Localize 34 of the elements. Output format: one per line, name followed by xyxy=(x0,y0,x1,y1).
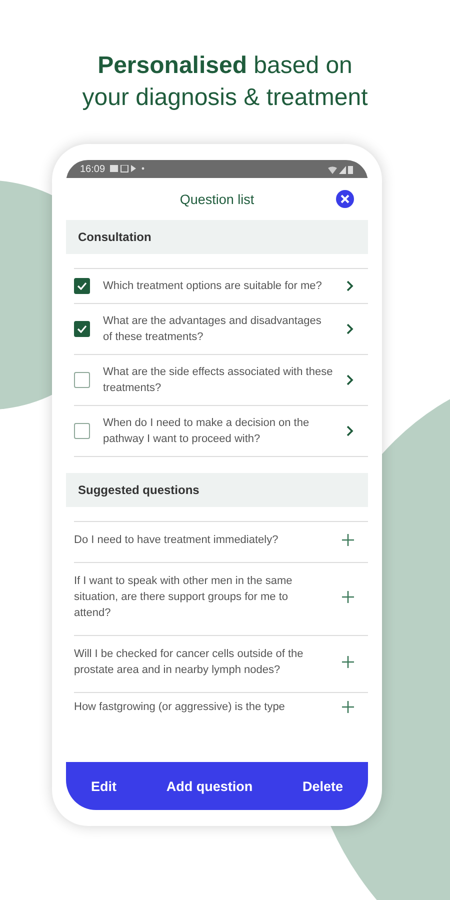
question-text: When do I need to make a decision on the pathway I want to proceed with? xyxy=(103,416,310,447)
question-text: Which treatment options are suitable for me? xyxy=(103,279,323,294)
chevron-right-icon[interactable] xyxy=(346,323,354,335)
plus-icon[interactable] xyxy=(342,701,354,713)
question-text: What are the side effects associated with these treatments? xyxy=(103,365,333,396)
plus-icon[interactable] xyxy=(342,534,354,546)
plus-icon[interactable] xyxy=(342,591,354,603)
screen-title: Question list xyxy=(180,192,254,206)
question-text: How fastgrowing (or aggressive) is the type xyxy=(74,700,286,715)
checkmark-icon xyxy=(77,325,87,333)
checkmark-icon xyxy=(77,282,87,290)
status-time: 16:09 xyxy=(80,164,106,174)
headline: your diagnosis & treatment xyxy=(81,83,369,113)
status-icons xyxy=(110,165,146,173)
question-text: Do I need to have treatment immediately? xyxy=(74,533,280,548)
section-header: Suggested questions xyxy=(66,473,368,507)
checkbox[interactable] xyxy=(74,321,90,337)
chevron-right-icon[interactable] xyxy=(346,280,354,292)
plus-icon[interactable] xyxy=(342,656,354,668)
question-text: What are the advantages and disadvantages of these treatments? xyxy=(103,314,322,345)
question-text: Will I be checked for cancer cells outside of the prostate area and in nearby lymph nodes? xyxy=(74,647,304,678)
action-button[interactable]: Delete xyxy=(296,774,350,798)
section-header: Consultation xyxy=(66,220,368,254)
checkbox[interactable] xyxy=(74,423,90,439)
action-button[interactable]: Add question xyxy=(160,774,259,798)
close-icon[interactable] xyxy=(336,190,354,208)
signal-battery-icon xyxy=(328,164,354,174)
question-text: If I want to speak with other men in the same situation, are there support groups for me to attend? xyxy=(74,574,294,621)
action-button[interactable]: Edit xyxy=(84,774,122,798)
checkbox[interactable] xyxy=(74,372,90,388)
chevron-right-icon[interactable] xyxy=(346,374,354,386)
chevron-right-icon[interactable] xyxy=(346,425,354,437)
checkbox[interactable] xyxy=(74,278,90,294)
headline: Personalised based on xyxy=(96,51,354,81)
